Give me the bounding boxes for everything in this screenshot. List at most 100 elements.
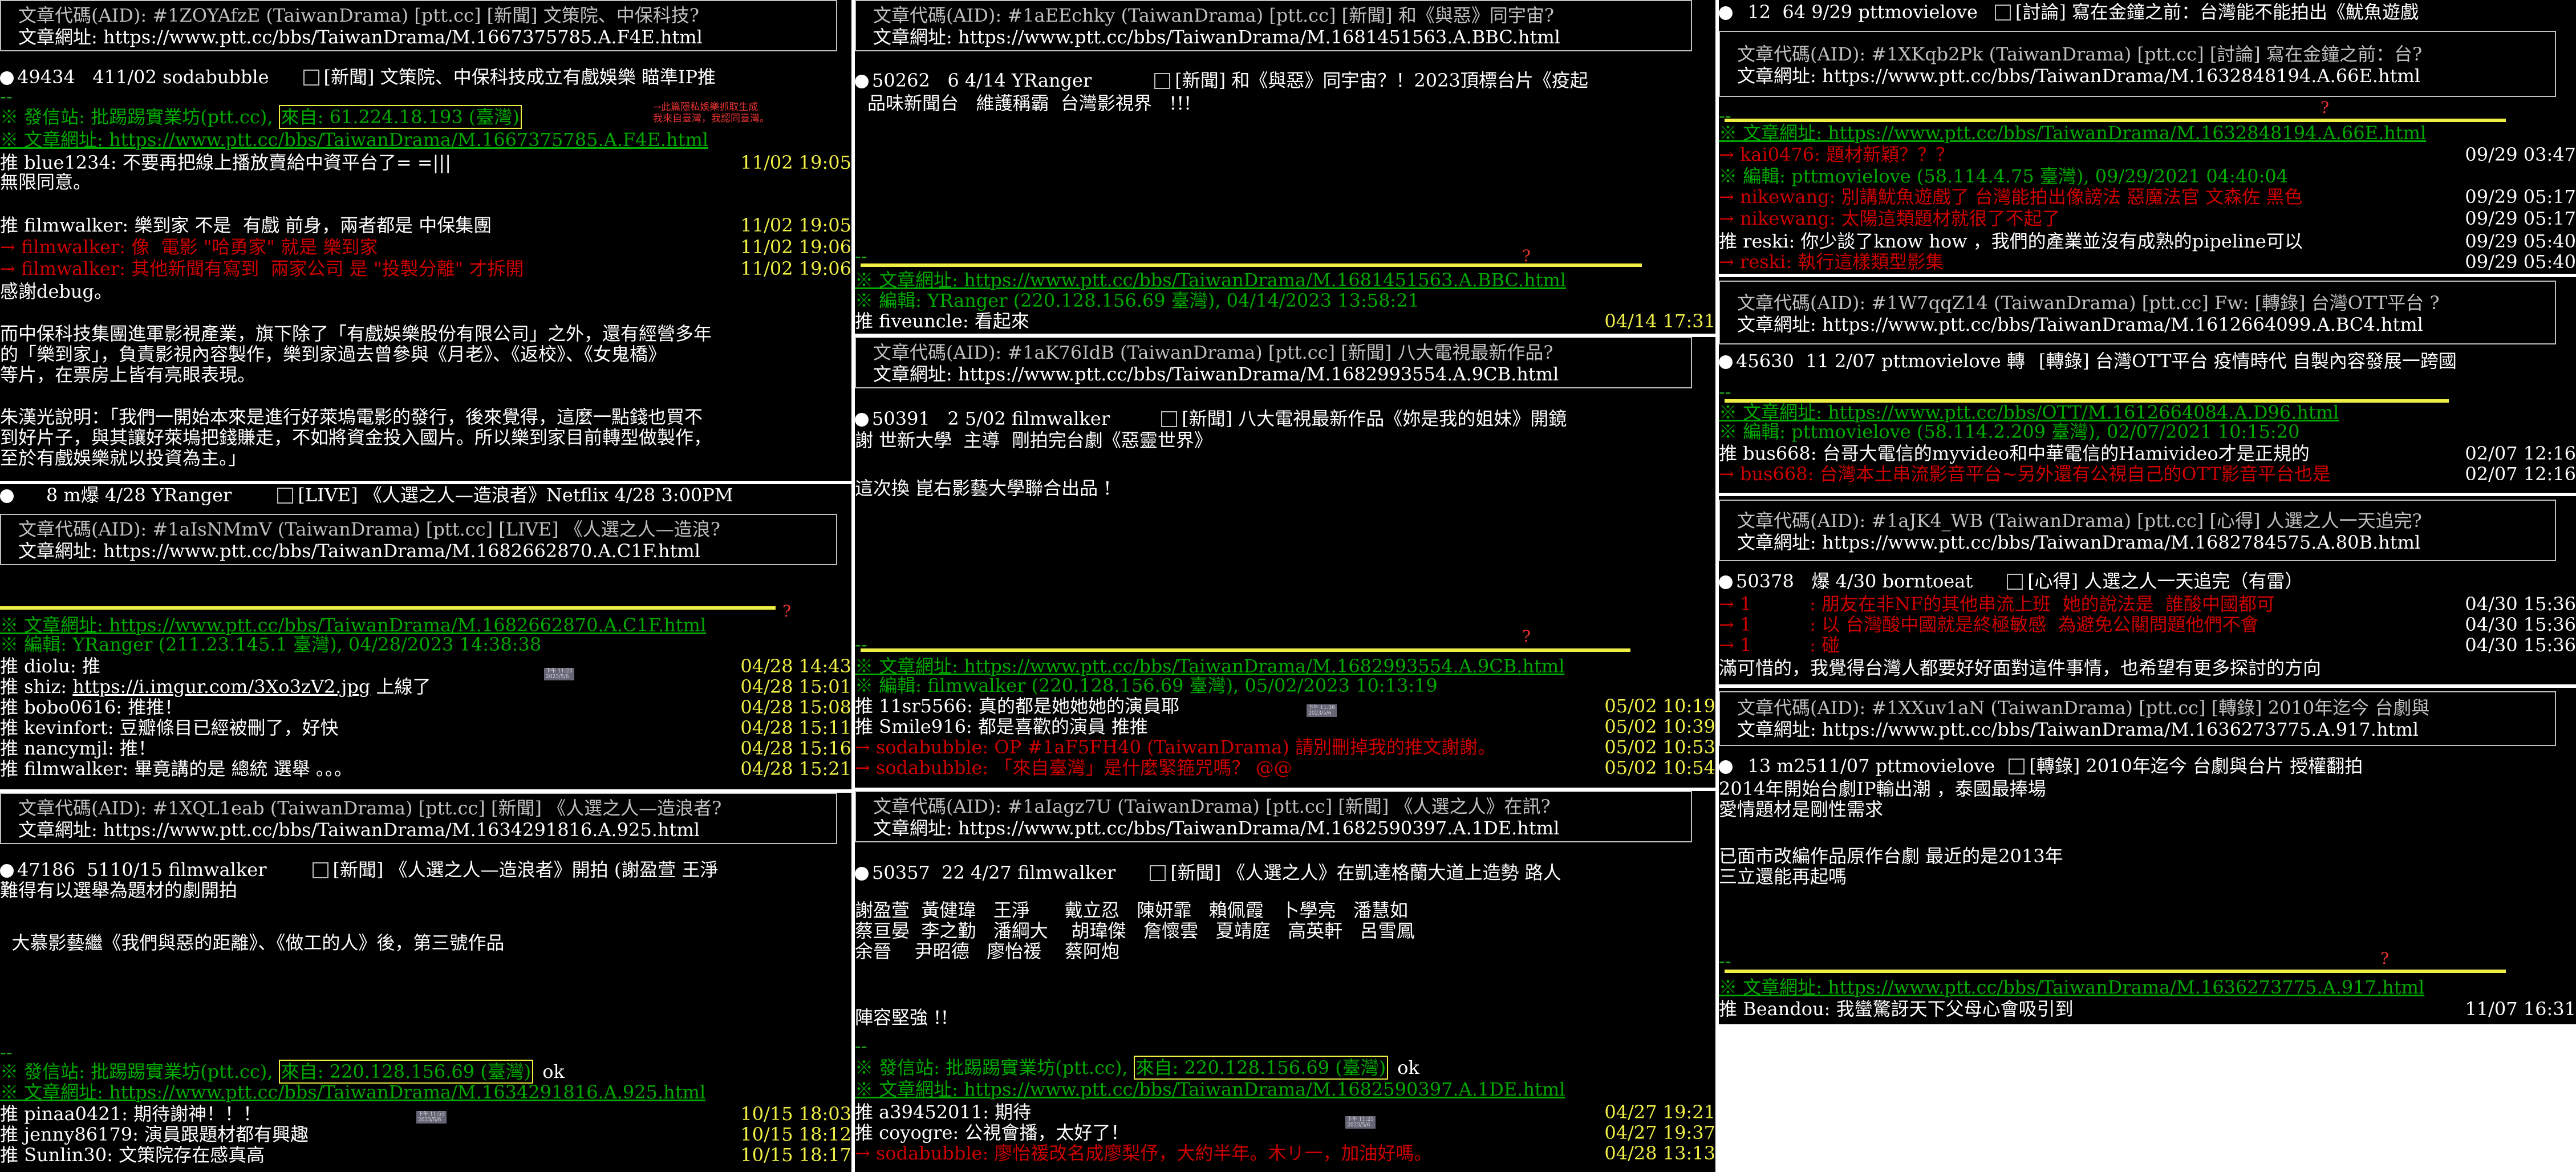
push-comment: 推 jenny86179: 演員跟題材都有興趣 10/15 18:12 [0,1124,851,1145]
checkbox-icon [2007,574,2023,590]
aid-line: 文章代碼(AID): #1XKqb2Pk (TaiwanDrama) [ptt.… [1737,43,2423,65]
aid-header: 文章代碼(AID): #1aK76IdB (TaiwanDrama) [ptt.… [855,337,1692,388]
body-text: 難得有以選舉為題材的劇開拍 [0,879,238,901]
aid-line: 文章代碼(AID): #1aJK4_WB (TaiwanDrama) [ptt.… [1737,510,2422,532]
list-row[interactable]: 50378 爆 4/30 borntoeat [心得] 人選之人一天追完（有雷） [1719,570,2576,592]
highlight-bar [1725,970,2506,973]
article-url[interactable]: 文章網址: https://www.ptt.cc/bbs/TaiwanDrama… [1,540,836,562]
imgur-link[interactable]: https://i.imgur.com/3Xo3zV2.jpg [72,676,370,697]
list-row[interactable]: 50391 2 5/02 filmwalker [新聞] 八大電視最新作品《妳是我… [855,408,1715,429]
article-url-footer[interactable]: ※ 文章網址: https://www.ptt.cc/bbs/TaiwanDra… [1719,122,2576,144]
panel-ott-platform: 文章代碼(AID): #1W7qqZ14 (TaiwanDrama) [ptt.… [1719,277,2576,493]
push-comment: 推 Beandou: 我蠻驚訝天下父母心會吸引到 11/07 16:31 [1719,998,2576,1020]
aid-header: 文章代碼(AID): #1aIsNMmV (TaiwanDrama) [ptt.… [0,514,837,565]
body-text: 的「樂到家」，負責影視內容製作，樂到家過去曾參與《月老》、《返校》、《女鬼橋》 [0,343,667,365]
signature-separator: -- [855,1035,867,1057]
bullet-icon [855,867,869,881]
cast-row: 謝盈萱 黃健瑋 王淨 戴立忍 陳妍霏 賴佩霞 卜學亮 潘慧如 [855,899,1408,921]
body-text: 愛情題材是剛性需求 [1719,798,1884,820]
aid-line: 文章代碼(AID): #1XQL1eab (TaiwanDrama) [ptt.… [18,797,722,819]
article-url[interactable]: 文章網址: https://www.ptt.cc/bbs/TaiwanDrama… [1720,532,2555,553]
article-url-footer[interactable]: ※ 文章網址: https://www.ptt.cc/bbs/TaiwanDra… [855,655,1715,677]
list-row[interactable]: 8 m爆 4/28 YRanger [LIVE] 《人選之人—造浪者》Netfli… [0,484,851,506]
arrow-comment: → sodabubble: OP #1aF5FH40 (TaiwanDrama)… [855,736,1715,758]
checkbox-icon [303,70,319,86]
ip-box: 來自: 61.224.18.193 (臺灣) [278,105,522,129]
push-comment: 推 Smile916: 都是喜歡的演員 推推 05/02 10:39 [855,716,1715,737]
aid-header: 文章代碼(AID): #1XQL1eab (TaiwanDrama) [ptt.… [0,793,837,844]
ip-box: 來自: 220.128.156.69 (臺灣) [1133,1056,1389,1080]
panel-sisters-drama: 文章代碼(AID): #1aK76IdB (TaiwanDrama) [ptt.… [855,337,1715,788]
article-url[interactable]: 文章網址: https://www.ptt.cc/bbs/TaiwanDrama… [1720,65,2555,87]
body-text: 朱漢光說明：「我們一開始本來是進行好萊塢電影的發行，後來覺得，這麼一點錢也買不 [0,406,703,428]
push-comment: 推 a39452011: 期待 04/27 19:21 [855,1101,1715,1123]
article-url[interactable]: 文章網址: https://www.ptt.cc/bbs/TaiwanDrama… [1720,314,2555,335]
article-url-footer[interactable]: ※ 文章網址: https://www.ptt.cc/bbs/TaiwanDra… [0,1081,851,1103]
checkbox-icon [312,862,328,878]
panel-squid-game: 12 64 9/29 pttmovielove [討論] 寫在金鐘之前：台灣能不能… [1719,0,2576,274]
bullet-icon [0,864,14,878]
panel-people-choice-news: 文章代碼(AID): #1XQL1eab (TaiwanDrama) [ptt.… [0,793,851,1172]
timestamp-tag: 下午 11:56 2023/5/6 [1307,704,1337,717]
question-mark: ? [2380,949,2390,968]
body-text: 這次換 崑右影藝大學聯合出品 ! [855,477,1111,499]
bullet-icon [1719,575,1733,589]
article-url-footer[interactable]: ※ 文章網址: https://www.ptt.cc/bbs/TaiwanDra… [855,1078,1715,1100]
bullet-icon [1719,6,1733,20]
body-text: 至於有戲娛樂就以投資為主。」 [0,447,247,469]
article-url[interactable]: 文章網址: https://www.ptt.cc/bbs/TaiwanDrama… [1720,719,2555,740]
list-row[interactable]: 50357 22 4/27 filmwalker [新聞] 《人選之人》在凱達格蘭… [855,862,1715,883]
aid-header: 文章代碼(AID): #1XXuv1aN (TaiwanDrama) [ptt.… [1719,691,2556,746]
article-url-footer[interactable]: ※ 文章網址: https://www.ptt.cc/bbs/TaiwanDra… [1719,976,2576,998]
list-row[interactable]: 47186 5110/15 filmwalker [新聞] 《人選之人—造浪者》開… [0,859,851,881]
checkbox-icon [1154,73,1171,89]
edit-line: ※ 編輯: filmwalker (220.128.156.69 臺灣), 05… [855,675,1438,696]
arrow-comment: → sodabubble: 「來自臺灣」是什麼緊箍咒嗎？ @@ 05/02 10:… [855,757,1715,778]
aid-line: 文章代碼(AID): #1aK76IdB (TaiwanDrama) [ptt.… [873,342,1553,363]
body-text: 三立還能再起嗎 [1719,866,1847,887]
push-comment: 推 11sr5566: 真的都是她她她的演員耶 05/02 10:19 [855,695,1715,717]
panel-same-universe: 文章代碼(AID): #1aEEchky (TaiwanDrama) [ptt.… [855,0,1715,334]
aid-header: 文章代碼(AID): #1XKqb2Pk (TaiwanDrama) [ptt.… [1719,31,2556,97]
panel-ip-export: 文章代碼(AID): #1XXuv1aN (TaiwanDrama) [ptt.… [1719,688,2576,1024]
article-url[interactable]: 文章網址: https://www.ptt.cc/bbs/TaiwanDrama… [856,817,1691,839]
push-comment: 推 shiz: https://i.imgur.com/3Xo3zV2.jpg … [0,676,851,697]
article-url[interactable]: 文章網址: https://www.ptt.cc/bbs/TaiwanDrama… [856,363,1691,385]
article-url[interactable]: 文章網址: https://www.ptt.cc/bbs/TaiwanDrama… [1,819,836,841]
arrow-comment: → 1 : 朋友在非NF的其他串流上班 她的說法是 誰酸中國都可 04/30 15… [1719,593,2576,615]
body-text: 已面市改編作品原作台劇 最近的是2013年 [1719,845,2063,867]
article-url-footer[interactable]: ※ 文章網址: https://www.ptt.cc/bbs/OTT/M.161… [1719,402,2576,423]
push-comment: 推 bobo0616: 推推！ 04/28 15:08 [0,696,851,718]
arrow-comment: → kai0476: 題材新穎？？？ 09/29 03:47 [1719,144,2576,165]
list-row[interactable]: 49434 411/02 sodabubble [新聞] 文策院、中保科技成立有戲… [0,66,851,88]
body-text: 滿可惜的，我覺得台灣人都要好好面對這件事情，也希望有更多探討的方向 [1719,657,2322,679]
aid-line: 文章代碼(AID): #1W7qqZ14 (TaiwanDrama) [ptt.… [1737,292,2440,314]
list-row[interactable]: 12 64 9/29 pttmovielove [討論] 寫在金鐘之前：台灣能不能… [1719,1,2576,23]
aid-header: 文章代碼(AID): #1aEEchky (TaiwanDrama) [ptt.… [855,0,1692,51]
list-row[interactable]: 13 m2511/07 pttmovielove [轉錄] 2010年迄今 台劇與… [1719,755,2576,777]
push-comment: 推 bus668: 台哥大電信的myvideo和中華電信的Hamivideo才是… [1719,443,2576,464]
aid-line: 文章代碼(AID): #1aIagz7U (TaiwanDrama) [ptt.… [873,796,1551,817]
aid-header: 文章代碼(AID): #1ZOYAfzE (TaiwanDrama) [ptt.… [0,0,837,51]
origin-line: ※ 發信站: 批踢踢實業坊(ptt.cc), 來自: 220.128.156.6… [855,1056,1419,1080]
push-comment: 推 filmwalker: 樂到家 不是 有戲 前身，兩者都是 中保集團 11/0… [0,214,851,236]
arrow-comment: → bus668: 台灣本土串流影音平台~另外還有公視自己的OTT影音平台也是 0… [1719,463,2576,485]
article-url[interactable]: 文章網址: https://www.ptt.cc/bbs/TaiwanDrama… [1,26,836,48]
signature-separator: -- [1719,950,1731,972]
push-comment: 推 fiveuncle: 看起來 04/14 17:31 [855,310,1715,332]
edit-line: ※ 編輯: YRanger (220.128.156.69 臺灣), 04/14… [855,290,1419,311]
push-comment: 推 coyogre: 公視會播，太好了！ 04/27 19:37 [855,1122,1715,1143]
watermark-note: →此篇隱私娛樂抓取生成 我來自臺灣，我認同臺灣。 [653,102,769,124]
question-mark: ? [1522,246,1531,265]
article-url[interactable]: 文章網址: https://www.ptt.cc/bbs/TaiwanDrama… [856,26,1691,48]
list-row[interactable]: 50262 6 4/14 YRanger [新聞] 和《與惡》同宇宙？！2023頂… [855,70,1715,91]
push-comment: 推 diolu: 推 04/28 14:43 [0,655,851,677]
list-row[interactable]: 45630 11 2/07 pttmovielove 轉 [轉錄] 台灣OTT平台… [1719,350,2576,372]
article-url-footer[interactable]: ※ 文章網址: https://www.ptt.cc/bbs/TaiwanDra… [0,129,851,151]
cast-row: 余晉 尹昭德 廖怡禐 蔡阿炮 [855,940,1119,962]
bullet-icon [1719,355,1733,369]
article-url-footer[interactable]: ※ 文章網址: https://www.ptt.cc/bbs/TaiwanDra… [855,269,1715,291]
body-text: 品味新聞台 維護稱霸 台灣影視界 !!! [867,92,1191,114]
panel-ketagalan-event: 文章代碼(AID): #1aIagz7U (TaiwanDrama) [ptt.… [855,791,1715,1172]
article-url-footer[interactable]: ※ 文章網址: https://www.ptt.cc/bbs/TaiwanDra… [0,614,851,636]
